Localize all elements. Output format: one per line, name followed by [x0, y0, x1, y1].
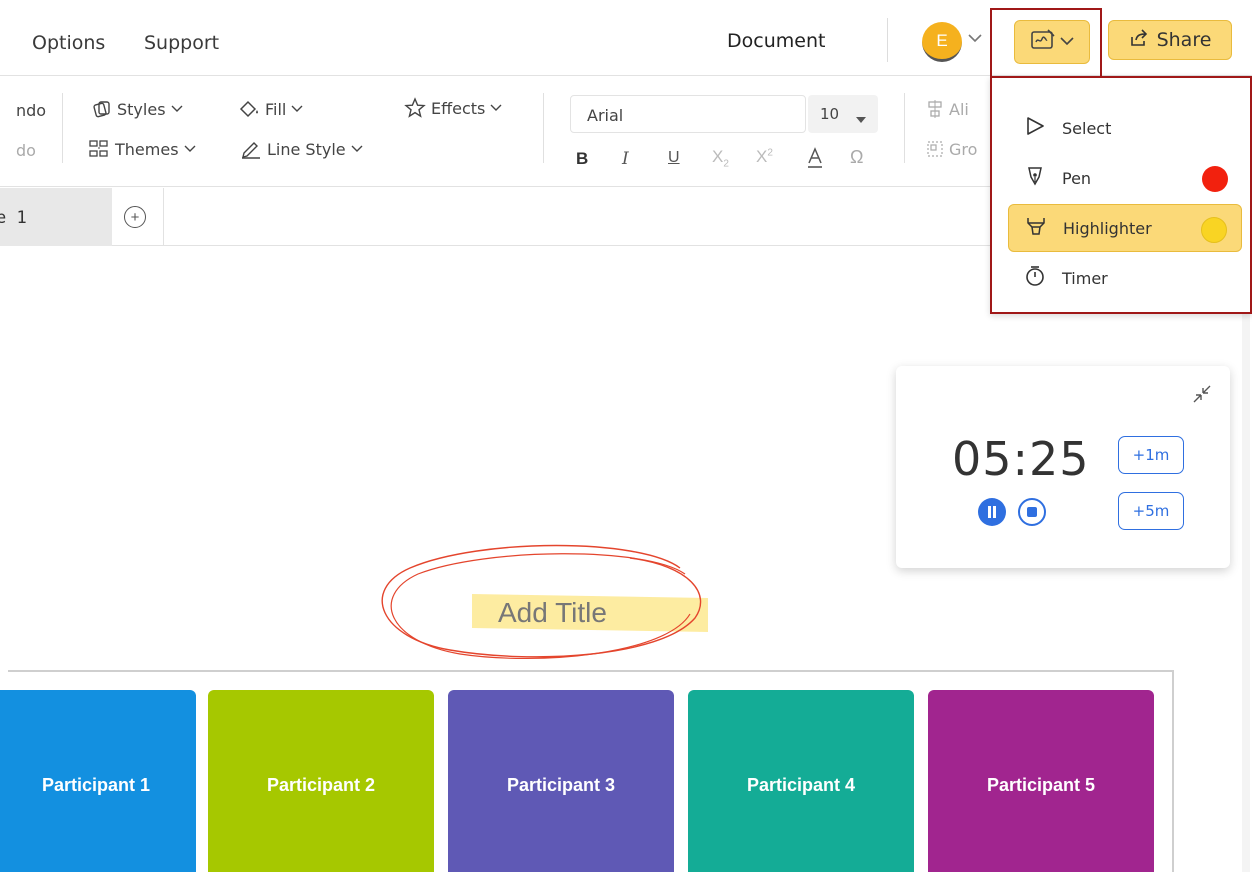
menu-item-select[interactable]: Select: [1008, 104, 1242, 152]
align-icon: [928, 100, 942, 118]
menu-item-highlighter[interactable]: Highlighter: [1008, 204, 1242, 252]
page-tab-label: e 1: [0, 208, 27, 228]
timer-display: 05:25: [952, 432, 1090, 486]
bold-button[interactable]: B: [576, 149, 588, 169]
participant-card[interactable]: Participant 3: [448, 690, 674, 872]
font-size-value: 10: [820, 105, 840, 123]
menu-item-label: Select: [1062, 118, 1112, 138]
pencil-line-icon: [242, 142, 260, 159]
star-icon: [404, 97, 426, 118]
divider: [904, 93, 905, 163]
menu-options[interactable]: Options: [32, 32, 105, 54]
themes-icon: [89, 140, 108, 157]
pause-icon: [988, 506, 996, 518]
participant-label: Participant 3: [506, 774, 616, 795]
stop-button[interactable]: [1018, 498, 1046, 526]
align-label: Ali: [949, 99, 969, 119]
menu-item-timer[interactable]: Timer: [1008, 254, 1242, 302]
add-1-minute-button[interactable]: +1m: [1118, 436, 1184, 474]
menu-item-label: Highlighter: [1063, 218, 1152, 238]
redo-label: do: [16, 141, 36, 160]
page-tab[interactable]: e 1: [0, 188, 112, 246]
chevron-down-icon[interactable]: [968, 30, 982, 48]
collapse-icon[interactable]: [1192, 384, 1212, 409]
fill-dropdown[interactable]: Fill: [238, 99, 303, 119]
menu-item-label: Timer: [1062, 268, 1108, 288]
chevron-down-icon: [490, 104, 502, 111]
slide-title-placeholder[interactable]: Add Title: [498, 597, 607, 629]
avatar-initial: E: [936, 30, 948, 50]
fill-bucket-icon: [239, 100, 258, 118]
highlighter-color-swatch[interactable]: [1201, 217, 1227, 243]
participant-card[interactable]: Participant 5: [928, 690, 1154, 872]
styles-icon: [93, 101, 110, 118]
group-icon: [927, 141, 943, 157]
font-family-value: Arial: [587, 106, 624, 125]
subscript-button[interactable]: X2: [712, 147, 729, 169]
document-menu[interactable]: Document: [727, 30, 825, 52]
undo-button[interactable]: ndo: [16, 101, 46, 120]
stopwatch-icon: [1024, 265, 1046, 291]
participant-label: Participant 1: [41, 774, 151, 795]
share-button[interactable]: Share: [1108, 20, 1232, 60]
font-color-icon[interactable]: [806, 147, 824, 174]
fill-label: Fill: [265, 99, 287, 119]
stop-icon: [1027, 507, 1037, 517]
chevron-down-icon: [291, 105, 303, 112]
draw-tools-menu: Select Pen Highlighter Timer: [990, 76, 1252, 314]
participant-label: Participant 4: [746, 774, 856, 795]
menu-item-pen[interactable]: Pen: [1008, 154, 1242, 202]
participant-label: Participant 5: [986, 774, 1096, 795]
add-5-minutes-label: +5m: [1132, 502, 1170, 520]
styles-dropdown[interactable]: Styles: [92, 99, 183, 119]
undo-label: ndo: [16, 101, 47, 120]
participant-label: Participant 2: [266, 774, 376, 795]
align-dropdown[interactable]: Ali: [926, 99, 969, 119]
chevron-down-icon: [184, 145, 196, 152]
effects-label: Effects: [431, 98, 486, 118]
add-page-icon[interactable]: +: [124, 206, 146, 228]
focus-highlight: [990, 8, 1102, 76]
line-style-dropdown[interactable]: Line Style: [240, 139, 363, 159]
font-family-select[interactable]: Arial: [570, 95, 806, 133]
redo-button[interactable]: do: [16, 141, 36, 160]
share-label: Share: [1156, 29, 1212, 51]
add-5-minutes-button[interactable]: +5m: [1118, 492, 1184, 530]
superscript-button[interactable]: X2: [756, 147, 773, 167]
themes-dropdown[interactable]: Themes: [88, 139, 196, 159]
group-label: Gro: [949, 139, 978, 159]
add-1-minute-label: +1m: [1132, 446, 1170, 464]
timer-widget: 05:25 +1m +5m: [896, 366, 1230, 568]
participant-card[interactable]: Participant 4: [688, 690, 914, 872]
chevron-down-icon: [351, 145, 363, 152]
avatar[interactable]: E: [922, 22, 962, 62]
pen-color-swatch[interactable]: [1202, 166, 1228, 192]
menu-item-label: Pen: [1062, 168, 1092, 188]
divider: [163, 188, 164, 246]
caret-down-icon: [856, 109, 866, 127]
menu-support[interactable]: Support: [144, 32, 219, 54]
omega-icon[interactable]: Ω: [850, 147, 863, 168]
font-size-select[interactable]: 10: [808, 95, 878, 133]
italic-button[interactable]: I: [622, 149, 629, 169]
styles-label: Styles: [117, 99, 166, 119]
top-bar: Options Support Document E Share: [0, 0, 1252, 76]
participant-card[interactable]: Participant 2: [208, 690, 434, 872]
divider: [887, 18, 888, 62]
chevron-down-icon: [171, 105, 183, 112]
group-dropdown[interactable]: Gro: [926, 139, 977, 159]
themes-label: Themes: [115, 139, 179, 159]
effects-dropdown[interactable]: Effects: [404, 97, 502, 119]
line-style-label: Line Style: [267, 139, 346, 159]
highlighter-icon: [1025, 215, 1047, 241]
pen-icon: [1024, 165, 1046, 191]
select-arrow-icon: [1024, 115, 1046, 141]
pause-button[interactable]: [978, 498, 1006, 526]
divider: [543, 93, 544, 163]
divider: [62, 93, 63, 163]
share-icon: [1129, 28, 1149, 52]
underline-button[interactable]: U: [668, 149, 680, 167]
participant-card[interactable]: Participant 1: [0, 690, 196, 872]
